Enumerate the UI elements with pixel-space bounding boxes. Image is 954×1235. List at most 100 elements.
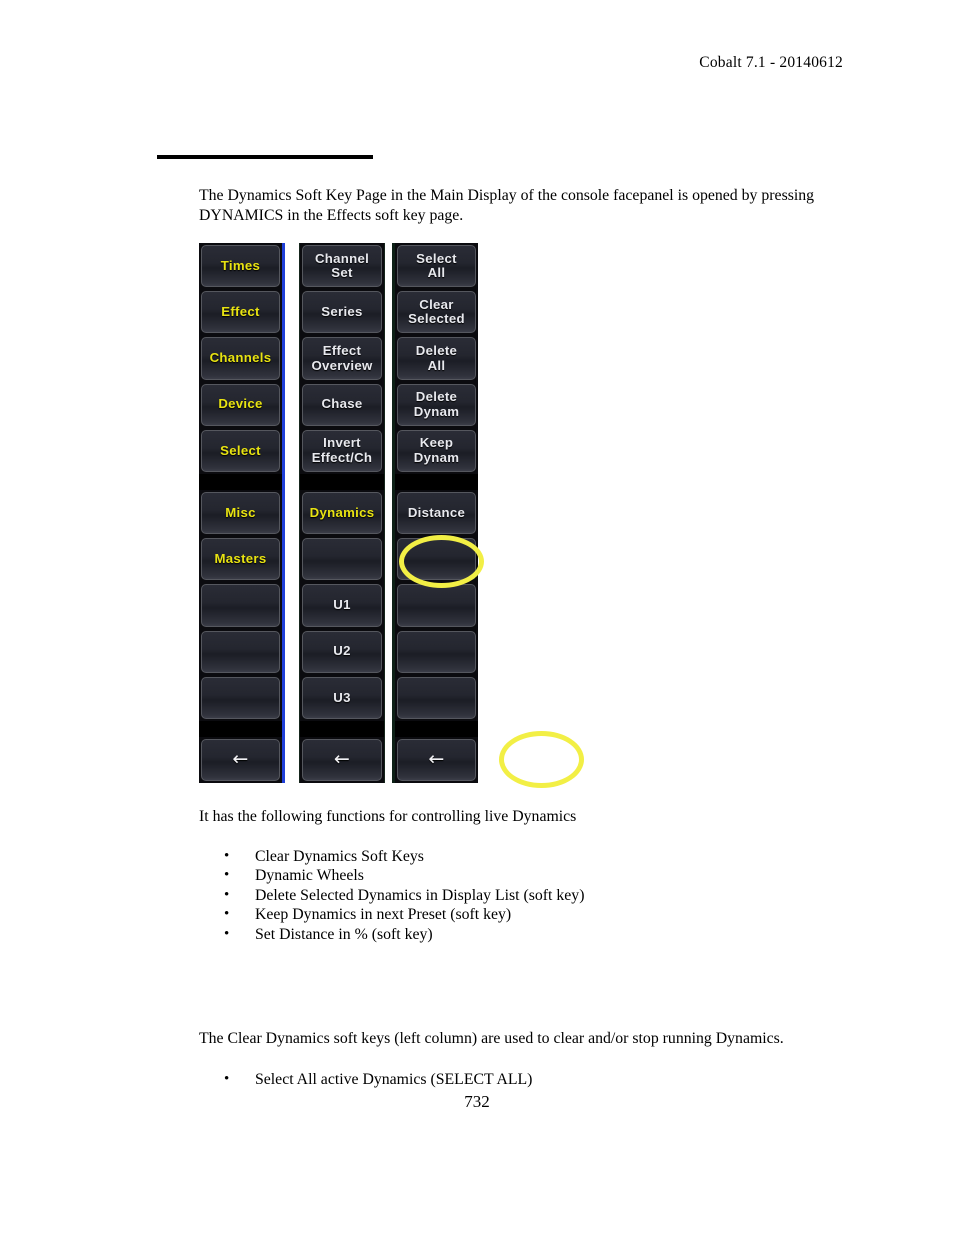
- softkey-middle-blank-button[interactable]: [302, 538, 382, 581]
- softkey-row: Series: [300, 289, 384, 335]
- softkey-left-blank-button[interactable]: [201, 584, 280, 627]
- softkey-middle-invert-effect-ch-button[interactable]: Invert Effect/Ch: [302, 429, 382, 473]
- softkey-right-blank-button[interactable]: [397, 538, 476, 581]
- softkey-right-keep-dynam-button[interactable]: Keep Dynam: [397, 429, 476, 473]
- softkey-label: Device: [218, 396, 263, 412]
- softkey-row: [300, 536, 384, 582]
- softkey-middle-u1-button[interactable]: U1: [302, 584, 382, 627]
- softkey-label: Channels: [209, 350, 272, 366]
- page-number: 732: [464, 1092, 490, 1111]
- softkey-row: Effect: [199, 289, 282, 335]
- softkey-label: U2: [333, 643, 351, 659]
- softkey-right-distance-button[interactable]: Distance: [397, 491, 476, 535]
- softkey-label: Select: [220, 442, 261, 458]
- softkey-row: Delete All: [395, 335, 478, 381]
- softkey-row: [199, 720, 282, 737]
- softkey-middle-channel-set-button[interactable]: Channel Set: [302, 245, 382, 288]
- softkey-left-channels-button[interactable]: Channels: [201, 337, 280, 380]
- softkey-row: [199, 629, 282, 675]
- softkey-label: Times: [220, 257, 261, 273]
- functions-list-item-label: Dynamic Wheels: [255, 867, 364, 885]
- softkey-row: Select: [199, 428, 282, 474]
- functions-list-item: • Keep Dynamics in next Preset (soft key): [224, 905, 584, 924]
- softkey-row: Times: [199, 243, 282, 289]
- intro-paragraph: The Dynamics Soft Key Page in the Main D…: [199, 187, 815, 224]
- softkey-right-delete-dynam-button[interactable]: Delete Dynam: [397, 383, 476, 426]
- softkey-label: U1: [333, 597, 351, 613]
- softkey-row: Effect Overview: [300, 335, 384, 381]
- functions-list-item-label: Delete Selected Dynamics in Display List…: [255, 886, 585, 904]
- bullet-dot-icon: •: [224, 906, 230, 923]
- softkey-row: Chase: [300, 382, 384, 428]
- softkey-row: [395, 536, 478, 582]
- softkey-middle-u2-button[interactable]: U2: [302, 630, 382, 673]
- softkey-left-misc-button[interactable]: Misc: [201, 491, 280, 535]
- softkey-left-blank-button[interactable]: [201, 676, 280, 719]
- softkey-row: Distance: [395, 490, 478, 536]
- softkey-left-masters-button[interactable]: Masters: [201, 538, 280, 581]
- softkey-middle-chase-button[interactable]: Chase: [302, 383, 382, 426]
- bullet-dot-icon: •: [224, 886, 230, 903]
- softkey-right-blank-button[interactable]: [397, 676, 476, 719]
- softkey-row: Invert Effect/Ch: [300, 428, 384, 474]
- clear-dynamics-bullet-list: • Select All active Dynamics (SELECT ALL): [224, 1070, 532, 1089]
- softkey-row: U2: [300, 629, 384, 675]
- softkey-label: Select All: [416, 250, 457, 281]
- softkey-row: Channel Set: [300, 243, 384, 289]
- document-revision-header: Cobalt 7.1 - 20140612: [699, 54, 843, 71]
- softkey-left-effect-button[interactable]: Effect: [201, 291, 280, 334]
- softkey-right-blank-button[interactable]: [397, 630, 476, 673]
- softkey-row: Masters: [199, 536, 282, 582]
- softkey-row: U1: [300, 582, 384, 628]
- clear-dynamics-list-item-label: Select All active Dynamics (SELECT ALL): [255, 1071, 533, 1088]
- bullet-dot-icon: •: [224, 867, 230, 884]
- softkey-row: [395, 720, 478, 737]
- softkey-row: [395, 629, 478, 675]
- softkey-middle-series-button[interactable]: Series: [302, 291, 382, 334]
- softkey-row: [395, 474, 478, 490]
- functions-list-item: • Set Distance in % (soft key): [224, 925, 584, 944]
- softkey-row: ←: [300, 737, 384, 783]
- softkey-left-blank-button[interactable]: [201, 630, 280, 673]
- softkey-row: Delete Dynam: [395, 382, 478, 428]
- softkey-column-middle: Channel Set Series Effect Overview Chase Inver…: [299, 243, 385, 783]
- softkey-left-device-button[interactable]: Device: [201, 383, 280, 426]
- softkey-label: Series: [321, 304, 363, 320]
- softkey-row: Keep Dynam: [395, 428, 478, 474]
- softkey-right-clear-selected-button[interactable]: Clear Selected: [397, 291, 476, 334]
- softkey-left-back-arrow-button[interactable]: ←: [201, 738, 280, 782]
- softkey-row: Misc: [199, 490, 282, 536]
- softkey-middle-u3-button[interactable]: U3: [302, 676, 382, 719]
- softkey-row: Clear Selected: [395, 289, 478, 335]
- softkey-middle-dynamics-button[interactable]: Dynamics: [302, 491, 382, 535]
- softkey-row: Device: [199, 382, 282, 428]
- softkey-row: U3: [300, 675, 384, 721]
- bullet-dot-icon: •: [224, 848, 230, 864]
- softkey-right-blank-button[interactable]: [397, 584, 476, 627]
- functions-list-item: • Clear Dynamics Soft Keys: [224, 847, 584, 866]
- softkey-row: Select All: [395, 243, 478, 289]
- softkey-label: Delete Dynam: [413, 389, 460, 419]
- softkey-row: ←: [395, 737, 478, 783]
- section-heading-rule: [157, 155, 373, 159]
- softkey-label: Dynamics: [309, 504, 375, 520]
- softkey-row: Dynamics: [300, 490, 384, 536]
- softkey-label: Channel Set: [314, 250, 370, 281]
- softkey-right-delete-all-button[interactable]: Delete All: [397, 337, 476, 380]
- softkey-row: [395, 582, 478, 628]
- softkey-column-right: Select All Clear Selected Delete All Delete Dyn…: [392, 243, 478, 783]
- softkey-middle-back-arrow-button[interactable]: ←: [302, 738, 382, 782]
- clear-dynamics-paragraph: The Clear Dynamics soft keys (left colum…: [199, 1030, 784, 1047]
- softkey-label: U3: [333, 689, 351, 705]
- softkey-row: [300, 720, 384, 737]
- back-arrow-icon: ←: [428, 748, 445, 771]
- bullet-dot-icon: •: [224, 1071, 230, 1087]
- softkey-right-select-all-button[interactable]: Select All: [397, 245, 476, 288]
- softkey-right-back-arrow-button[interactable]: ←: [397, 738, 476, 782]
- softkey-row: ←: [199, 737, 282, 783]
- functions-list-item: • Delete Selected Dynamics in Display Lis…: [224, 886, 584, 905]
- softkey-label: Distance: [407, 504, 466, 520]
- softkey-left-select-button[interactable]: Select: [201, 429, 280, 473]
- softkey-left-times-button[interactable]: Times: [201, 245, 280, 288]
- softkey-middle-effect-overview-button[interactable]: Effect Overview: [302, 337, 382, 380]
